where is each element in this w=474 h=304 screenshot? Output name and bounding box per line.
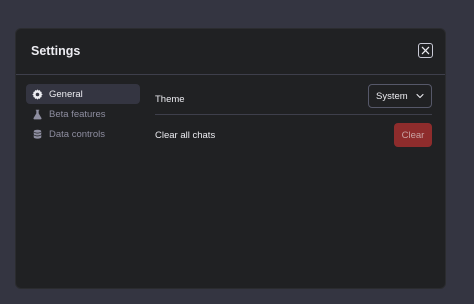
clear-chats-label: Clear all chats [155, 129, 216, 141]
modal-title: Settings [31, 44, 81, 58]
sidebar-item-general[interactable]: General [26, 84, 140, 104]
sidebar-item-label: Beta features [49, 108, 106, 120]
theme-label: Theme [155, 93, 185, 105]
chevron-down-icon [416, 93, 424, 99]
theme-select-value: System [376, 90, 408, 102]
sidebar-item-label: Data controls [49, 128, 105, 140]
theme-row: Theme System [155, 84, 432, 115]
sidebar-item-beta-features[interactable]: Beta features [26, 104, 140, 124]
close-button[interactable] [418, 43, 433, 58]
clear-button[interactable]: Clear [394, 123, 432, 147]
clear-chats-row: Clear all chats Clear [155, 115, 432, 155]
settings-sidebar: General Beta features Data controls [26, 84, 140, 144]
close-icon [421, 46, 430, 55]
database-icon [32, 129, 43, 140]
sidebar-item-data-controls[interactable]: Data controls [26, 124, 140, 144]
modal-header: Settings [16, 29, 445, 75]
general-settings-panel: Theme System Clear all chats Clear [155, 84, 432, 155]
settings-modal: Settings General Beta features Data cont… [15, 28, 446, 289]
theme-select[interactable]: System [368, 84, 432, 108]
sidebar-item-label: General [49, 88, 83, 100]
flask-icon [32, 109, 43, 120]
gear-icon [32, 88, 43, 100]
